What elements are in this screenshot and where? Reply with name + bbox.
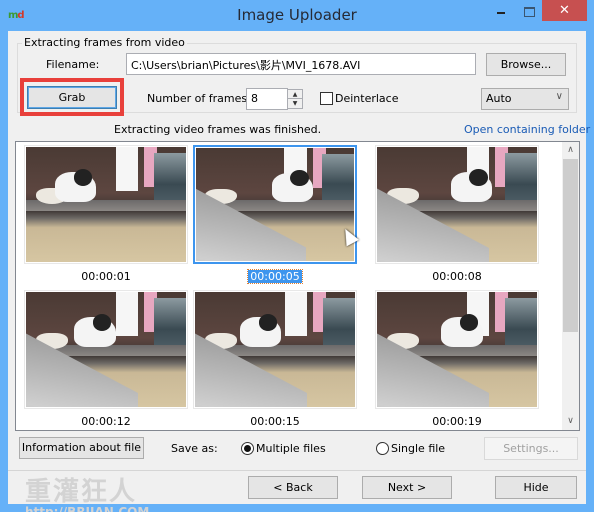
frame-timestamp-text: 00:00:08 bbox=[432, 270, 482, 283]
browse-button[interactable]: Browse... bbox=[486, 53, 566, 76]
photo-detail bbox=[154, 152, 186, 205]
settings-button[interactable]: Settings... bbox=[484, 437, 578, 460]
photo-detail bbox=[115, 147, 138, 191]
highlight-box bbox=[20, 78, 124, 116]
maximize-button[interactable] bbox=[515, 0, 541, 21]
vertical-scrollbar[interactable]: ∧ ∨ bbox=[562, 142, 579, 430]
save-as-label: Save as: bbox=[171, 442, 218, 455]
spin-down-icon[interactable]: ▼ bbox=[288, 99, 302, 108]
group-label: Extracting frames from video bbox=[22, 36, 187, 49]
frame-timestamp: 00:00:05 bbox=[193, 269, 357, 284]
frame-timestamp-text: 00:00:05 bbox=[247, 269, 303, 284]
photo-detail bbox=[115, 292, 138, 336]
multiple-files-label[interactable]: Multiple files bbox=[256, 442, 326, 455]
title-bar[interactable]: md Image Uploader ✕ bbox=[0, 0, 594, 31]
multiple-files-radio[interactable] bbox=[241, 442, 254, 455]
mode-select[interactable]: Auto ∨ bbox=[481, 88, 569, 110]
frame-image[interactable] bbox=[193, 145, 357, 264]
frame-image[interactable] bbox=[375, 145, 539, 264]
filename-label: Filename: bbox=[46, 58, 100, 71]
filename-input[interactable]: C:\Users\brian\Pictures\影片\MVI_1678.AVI bbox=[126, 53, 476, 75]
frame-photo bbox=[195, 292, 355, 407]
photo-detail bbox=[441, 314, 483, 348]
frames-count-input[interactable]: 8 bbox=[246, 88, 288, 110]
photo-detail bbox=[450, 169, 493, 203]
deinterlace-checkbox[interactable] bbox=[320, 92, 333, 105]
image-uploader-window: md Image Uploader ✕ Extracting frames fr… bbox=[0, 0, 594, 512]
frame-timestamp-text: 00:00:01 bbox=[81, 270, 131, 283]
photo-detail bbox=[271, 169, 313, 203]
dialog-body: Extracting frames from video Filename: C… bbox=[8, 31, 590, 512]
frame-photo bbox=[377, 147, 537, 262]
deinterlace-label[interactable]: Deinterlace bbox=[335, 92, 398, 105]
close-button[interactable]: ✕ bbox=[542, 0, 587, 21]
hide-button[interactable]: Hide bbox=[495, 476, 577, 499]
single-file-label[interactable]: Single file bbox=[391, 442, 445, 455]
photo-detail bbox=[505, 297, 537, 350]
frame-image[interactable] bbox=[375, 290, 539, 409]
frame-timestamp: 00:00:19 bbox=[375, 415, 539, 428]
frame-image[interactable] bbox=[24, 290, 188, 409]
scroll-up-icon[interactable]: ∧ bbox=[562, 142, 579, 159]
frames-count-label: Number of frames: bbox=[147, 92, 251, 105]
watermark-text: 重灌狂人 bbox=[25, 477, 138, 507]
spin-up-icon[interactable]: ▲ bbox=[288, 90, 302, 99]
status-message: Extracting video frames was finished. bbox=[114, 123, 322, 136]
frames-list[interactable]: 00:00:01 00:00:05 00:00:08 00:00:12 00:00:15… bbox=[15, 141, 580, 431]
photo-detail bbox=[323, 297, 355, 350]
frame-timestamp: 00:00:15 bbox=[193, 415, 357, 428]
single-file-radio[interactable] bbox=[376, 442, 389, 455]
watermark: 重灌狂人 http://BRIIAN.COM bbox=[25, 478, 149, 512]
frame-timestamp: 00:00:08 bbox=[375, 270, 539, 283]
scroll-thumb[interactable] bbox=[563, 159, 578, 332]
frame-photo bbox=[26, 147, 186, 262]
frame-timestamp-text: 00:00:19 bbox=[432, 415, 482, 428]
frame-image[interactable] bbox=[24, 145, 188, 264]
frame-photo bbox=[26, 292, 186, 407]
photo-detail bbox=[322, 153, 354, 205]
scroll-down-icon[interactable]: ∨ bbox=[562, 413, 579, 430]
mode-select-value: Auto bbox=[486, 92, 512, 105]
open-folder-link[interactable]: Open containing folder bbox=[464, 123, 590, 136]
back-button[interactable]: < Back bbox=[248, 476, 338, 499]
photo-detail bbox=[74, 314, 116, 348]
separator bbox=[8, 470, 586, 471]
frame-timestamp-text: 00:00:15 bbox=[250, 415, 300, 428]
photo-detail bbox=[284, 292, 307, 336]
frame-timestamp-text: 00:00:12 bbox=[81, 415, 131, 428]
frame-timestamp: 00:00:12 bbox=[24, 415, 188, 428]
frame-timestamp: 00:00:01 bbox=[24, 270, 188, 283]
watermark-url: http://BRIIAN.COM bbox=[25, 505, 150, 512]
frame-photo bbox=[377, 292, 537, 407]
next-button[interactable]: Next > bbox=[362, 476, 452, 499]
photo-detail bbox=[154, 297, 186, 350]
frame-photo bbox=[196, 148, 354, 261]
frame-image[interactable] bbox=[193, 290, 357, 409]
photo-detail bbox=[239, 314, 282, 348]
frames-count-stepper[interactable]: ▲ ▼ bbox=[287, 89, 303, 109]
photo-detail bbox=[54, 169, 97, 203]
photo-detail bbox=[505, 152, 537, 205]
close-icon: ✕ bbox=[559, 3, 570, 18]
minimize-button[interactable] bbox=[487, 0, 513, 21]
file-info-button[interactable]: Information about file bbox=[19, 437, 144, 459]
chevron-down-icon: ∨ bbox=[555, 91, 563, 102]
